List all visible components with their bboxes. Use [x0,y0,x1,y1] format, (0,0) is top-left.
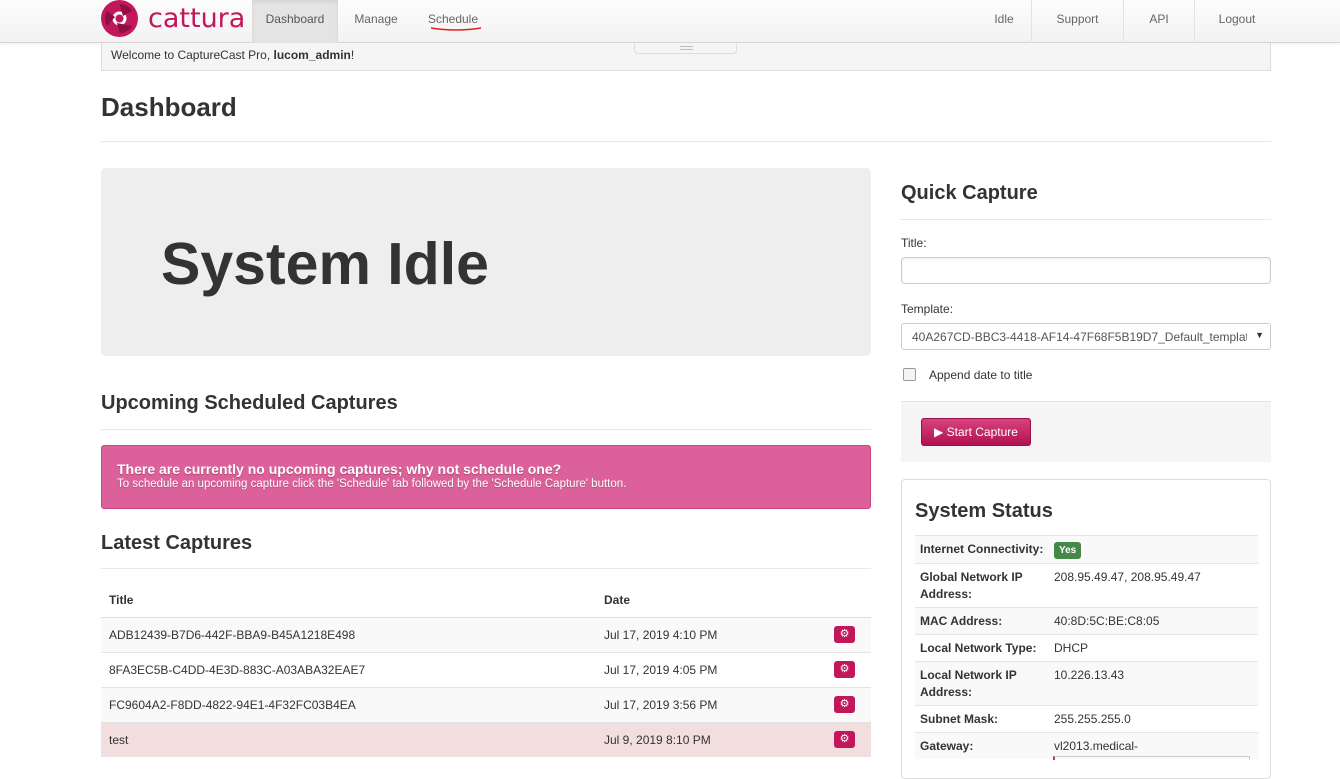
section-divider [101,429,871,430]
welcome-username: lucom_admin [273,48,351,62]
nav-tab-dashboard[interactable]: Dashboard [252,0,338,43]
template-field-label: Template: [901,302,954,316]
capture-settings-button[interactable]: ⚙ [834,626,855,643]
capture-date: Jul 9, 2019 8:10 PM [596,721,826,757]
status-value: DHCP [1049,634,1258,662]
latest-captures-table: Title Date ADB12439-B7D6-442F-BBA9-B45A1… [101,583,871,757]
capture-title: ADB12439-B7D6-442F-BBA9-B45A1218E498 [101,616,596,652]
latest-captures-heading: Latest Captures [101,532,253,554]
capture-date: Jul 17, 2019 4:05 PM [596,651,826,687]
table-header-row: Title Date [101,583,871,618]
capture-title: 8FA3EC5B-C4DD-4E3D-883C-A03ABA32EAE7 [101,651,596,687]
capture-settings-button[interactable]: ⚙ [834,731,855,749]
status-value: 255.255.255.0 [1049,705,1258,733]
table-row[interactable]: test Jul 9, 2019 8:10 PM ⚙ [101,721,871,757]
template-selected-value: 40A267CD-BBC3-4418-AF14-47F68F5B19D7_Def… [912,330,1247,344]
append-date-label: Append date to title [929,368,1033,382]
status-row: MAC Address: 40:8D:5C:BE:C8:05 [915,607,1258,635]
column-header-title: Title [101,583,596,618]
template-select[interactable]: 40A267CD-BBC3-4418-AF14-47F68F5B19D7_Def… [901,323,1271,350]
table-row[interactable]: 8FA3EC5B-C4DD-4E3D-883C-A03ABA32EAE7 Jul… [101,651,871,687]
gear-icon: ⚙ [839,733,850,746]
capture-title-input[interactable] [901,257,1271,284]
status-value: 40:8D:5C:BE:C8:05 [1049,607,1258,635]
status-key: Gateway: [915,732,1049,759]
quick-capture-actions: ▶ Start Capture [901,401,1271,462]
status-row: Subnet Mask: 255.255.255.0 [915,705,1258,733]
dropdown-arrow-icon: ▼ [1255,330,1264,340]
gear-icon: ⚙ [839,628,850,640]
capture-settings-button[interactable]: ⚙ [834,696,855,713]
system-status-hero: System Idle [101,168,871,356]
nav-logout[interactable]: Logout [1195,0,1279,43]
brand-name: cattura [148,3,246,34]
alert-title: There are currently no upcoming captures… [117,461,562,477]
system-status-table: Internet Connectivity: Yes Global Networ… [915,535,1258,759]
status-row: Local Network IP Address: 10.226.13.43 [915,661,1258,706]
aperture-logo-icon [101,0,138,37]
section-divider [901,219,1271,220]
column-header-date: Date [596,583,826,618]
gear-icon: ⚙ [839,698,850,710]
partial-element [1053,756,1250,760]
alert-body: To schedule an upcoming capture click th… [117,478,627,490]
status-key: Local Network IP Address: [915,661,1049,706]
nav-api[interactable]: API [1124,0,1194,43]
quick-capture-heading: Quick Capture [901,182,1038,204]
brand-logo-link[interactable]: cattura [101,0,245,37]
nav-status-idle[interactable]: Idle [977,0,1031,43]
top-navbar: cattura Dashboard Manage Schedule Idle S… [0,0,1340,43]
table-row[interactable]: ADB12439-B7D6-442F-BBA9-B45A1218E498 Jul… [101,616,871,652]
status-key: Local Network Type: [915,634,1049,662]
status-value: 208.95.49.47, 208.95.49.47 [1049,563,1258,608]
column-header-actions [826,583,871,618]
capture-date: Jul 17, 2019 4:10 PM [596,616,826,652]
status-key: Internet Connectivity: [915,535,1049,564]
table-row[interactable]: FC9604A2-F8DD-4822-94E1-4F32FC03B4EA Jul… [101,686,871,722]
system-idle-text: System Idle [161,231,489,297]
status-row: Internet Connectivity: Yes [915,535,1258,564]
annotation-underline [430,27,482,31]
capture-title: test [101,721,596,757]
nav-tab-manage[interactable]: Manage [338,0,414,43]
title-field-label: Title: [901,236,927,250]
connectivity-badge: Yes [1054,542,1082,559]
no-upcoming-alert: There are currently no upcoming captures… [101,445,871,509]
gear-icon: ⚙ [839,663,850,675]
status-key: Subnet Mask: [915,705,1049,733]
upcoming-heading: Upcoming Scheduled Captures [101,392,398,414]
capture-settings-button[interactable]: ⚙ [834,661,855,678]
status-key: MAC Address: [915,607,1049,635]
status-key: Global Network IP Address: [915,563,1049,608]
status-value: 10.226.13.43 [1049,661,1258,706]
title-divider [101,141,1271,142]
start-capture-button[interactable]: ▶ Start Capture [921,418,1031,446]
capture-title: FC9604A2-F8DD-4822-94E1-4F32FC03B4EA [101,686,596,722]
grip-icon [680,46,693,50]
nav-tab-schedule[interactable]: Schedule [414,0,492,43]
welcome-suffix: ! [350,48,355,62]
page-title: Dashboard [101,92,237,122]
welcome-prefix: Welcome to CaptureCast Pro, [111,48,274,62]
nav-support[interactable]: Support [1032,0,1123,43]
welcome-collapse-handle[interactable] [634,43,737,54]
status-row: Global Network IP Address: 208.95.49.47,… [915,563,1258,608]
status-row: Local Network Type: DHCP [915,634,1258,662]
section-divider [101,568,871,569]
capture-date: Jul 17, 2019 3:56 PM [596,686,826,722]
system-status-panel: System Status Internet Connectivity: Yes… [901,479,1271,779]
append-date-checkbox[interactable] [903,368,916,381]
system-status-heading: System Status [915,500,1053,522]
